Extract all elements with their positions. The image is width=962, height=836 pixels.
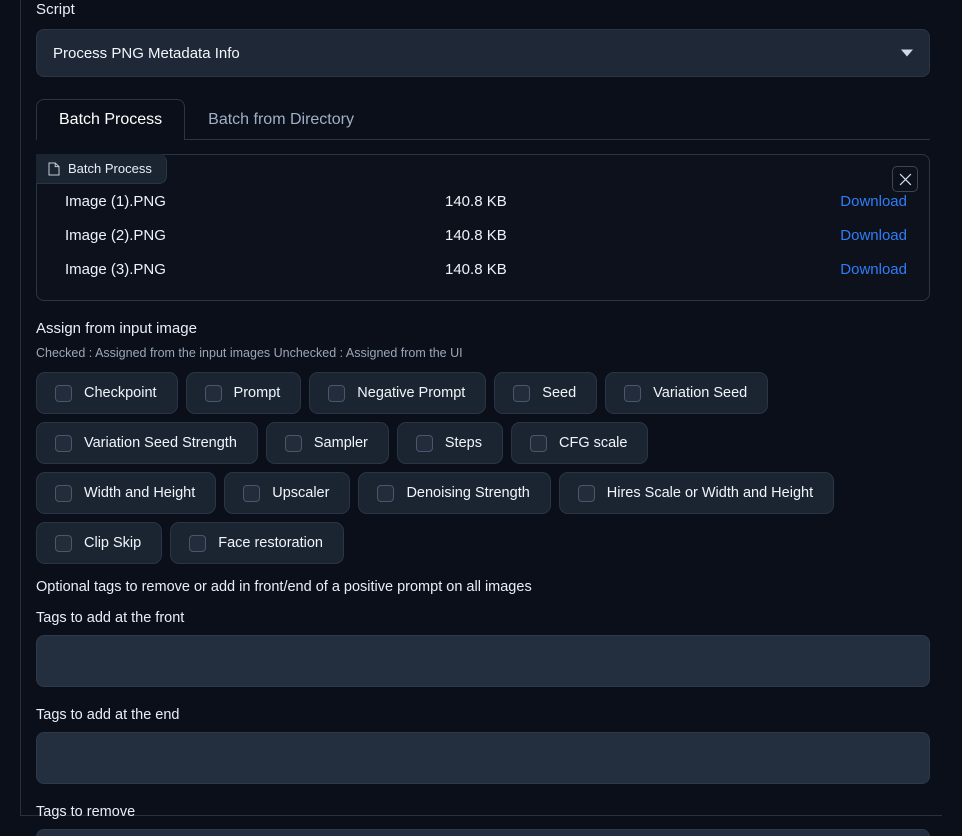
- close-file-list-button[interactable]: [892, 166, 918, 192]
- file-name: Image (3).PNG: [65, 261, 445, 278]
- file-name: Image (2).PNG: [65, 227, 445, 244]
- checkbox-box[interactable]: [189, 535, 206, 552]
- checkbox-box[interactable]: [513, 385, 530, 402]
- checkbox-label: Variation Seed Strength: [84, 435, 237, 451]
- checkbox-label: Denoising Strength: [406, 485, 529, 501]
- checkbox-label: Checkpoint: [84, 385, 157, 401]
- checkbox-box[interactable]: [578, 485, 595, 502]
- table-row[interactable]: Image (2).PNG 140.8 KB Download: [37, 218, 929, 252]
- checkbox-clip-skip[interactable]: Clip Skip: [36, 522, 162, 564]
- checkbox-box[interactable]: [55, 385, 72, 402]
- checkbox-label: Face restoration: [218, 535, 323, 551]
- assign-checkbox-group: Checkpoint Prompt Negative Prompt Seed V…: [36, 372, 836, 564]
- checkbox-label: CFG scale: [559, 435, 628, 451]
- file-size: 140.8 KB: [445, 261, 775, 278]
- tab-batch-process-label: Batch Process: [59, 111, 162, 128]
- chevron-down-icon: [901, 50, 913, 57]
- script-dropdown-value: Process PNG Metadata Info: [53, 45, 240, 62]
- file-size: 140.8 KB: [445, 193, 775, 210]
- checkbox-variation-seed-strength[interactable]: Variation Seed Strength: [36, 422, 258, 464]
- checkbox-box[interactable]: [624, 385, 641, 402]
- file-size: 140.8 KB: [445, 227, 775, 244]
- checkbox-width-and-height[interactable]: Width and Height: [36, 472, 216, 514]
- checkbox-sampler[interactable]: Sampler: [266, 422, 389, 464]
- script-label: Script: [36, 0, 930, 17]
- tags-front-input[interactable]: [36, 635, 930, 687]
- checkbox-label: Prompt: [234, 385, 281, 401]
- tags-remove-input[interactable]: [36, 829, 930, 836]
- download-link[interactable]: Download: [840, 227, 907, 244]
- file-icon: [48, 162, 60, 176]
- checkbox-checkpoint[interactable]: Checkpoint: [36, 372, 178, 414]
- checkbox-box[interactable]: [55, 435, 72, 452]
- checkbox-label: Sampler: [314, 435, 368, 451]
- panel-left-border: [20, 0, 21, 816]
- checkbox-label: Width and Height: [84, 485, 195, 501]
- checkbox-steps[interactable]: Steps: [397, 422, 503, 464]
- table-row[interactable]: Image (1).PNG 140.8 KB Download: [37, 184, 929, 218]
- tags-end-input[interactable]: [36, 732, 930, 784]
- checkbox-box[interactable]: [243, 485, 260, 502]
- file-list-panel: Batch Process Image (1).PNG 140.8 KB Dow…: [36, 154, 930, 301]
- download-link[interactable]: Download: [840, 193, 907, 210]
- checkbox-box[interactable]: [377, 485, 394, 502]
- checkbox-negative-prompt[interactable]: Negative Prompt: [309, 372, 486, 414]
- checkbox-cfg-scale[interactable]: CFG scale: [511, 422, 649, 464]
- tags-end-label: Tags to add at the end: [36, 707, 930, 723]
- checkbox-prompt[interactable]: Prompt: [186, 372, 302, 414]
- checkbox-hires-scale-or-width-and-height[interactable]: Hires Scale or Width and Height: [559, 472, 834, 514]
- checkbox-box[interactable]: [205, 385, 222, 402]
- script-panel: Script Process PNG Metadata Info Batch P…: [0, 0, 962, 836]
- tab-batch-from-directory[interactable]: Batch from Directory: [185, 99, 377, 139]
- file-name: Image (1).PNG: [65, 193, 445, 210]
- tab-bar: Batch Process Batch from Directory: [36, 100, 930, 140]
- tags-front-label: Tags to add at the front: [36, 610, 930, 626]
- assign-section-subtitle: Checked : Assigned from the input images…: [36, 346, 930, 360]
- checkbox-label: Hires Scale or Width and Height: [607, 485, 813, 501]
- file-list-header: Batch Process: [36, 154, 167, 184]
- close-icon: [899, 173, 912, 186]
- assign-section-title: Assign from input image: [36, 320, 930, 337]
- checkbox-label: Upscaler: [272, 485, 329, 501]
- checkbox-label: Negative Prompt: [357, 385, 465, 401]
- checkbox-box[interactable]: [530, 435, 547, 452]
- checkbox-box[interactable]: [285, 435, 302, 452]
- checkbox-box[interactable]: [328, 385, 345, 402]
- checkbox-label: Seed: [542, 385, 576, 401]
- tab-batch-process[interactable]: Batch Process: [36, 99, 185, 139]
- tab-batch-from-directory-label: Batch from Directory: [208, 111, 354, 128]
- file-list-header-label: Batch Process: [68, 161, 152, 176]
- checkbox-label: Steps: [445, 435, 482, 451]
- checkbox-face-restoration[interactable]: Face restoration: [170, 522, 344, 564]
- download-link[interactable]: Download: [840, 261, 907, 278]
- checkbox-label: Clip Skip: [84, 535, 141, 551]
- checkbox-box[interactable]: [416, 435, 433, 452]
- optional-tags-note: Optional tags to remove or add in front/…: [36, 579, 930, 595]
- tags-remove-label: Tags to remove: [36, 804, 930, 820]
- checkbox-variation-seed[interactable]: Variation Seed: [605, 372, 768, 414]
- checkbox-box[interactable]: [55, 485, 72, 502]
- checkbox-box[interactable]: [55, 535, 72, 552]
- table-row[interactable]: Image (3).PNG 140.8 KB Download: [37, 252, 929, 286]
- checkbox-denoising-strength[interactable]: Denoising Strength: [358, 472, 550, 514]
- checkbox-upscaler[interactable]: Upscaler: [224, 472, 350, 514]
- checkbox-seed[interactable]: Seed: [494, 372, 597, 414]
- checkbox-label: Variation Seed: [653, 385, 747, 401]
- script-dropdown[interactable]: Process PNG Metadata Info: [36, 29, 930, 77]
